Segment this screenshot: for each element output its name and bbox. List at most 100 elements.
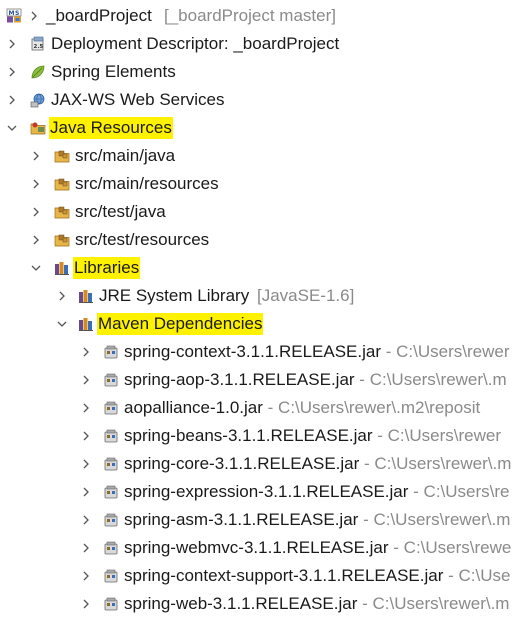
- jar-name: spring-core-3.1.1.RELEASE.jar: [124, 454, 360, 473]
- jar-name: spring-context-3.1.1.RELEASE.jar: [124, 342, 382, 361]
- tree-item-label: Maven Dependencies: [97, 313, 264, 335]
- tree-row-jar[interactable]: spring-asm-3.1.1.RELEASE.jar - C:\Users\…: [0, 506, 532, 534]
- tree-row-project[interactable]: M S _boardProject [_boardProject master]: [0, 2, 532, 30]
- tree-row-jar[interactable]: aopalliance-1.0.jar - C:\Users\rewer\.m2…: [0, 394, 532, 422]
- package-folder-icon: [54, 176, 70, 192]
- tree-item-label: src/test/resources: [75, 230, 210, 249]
- jar-path: C:\Users\rewer\.m: [374, 454, 512, 473]
- chevron-down-icon[interactable]: [30, 262, 42, 274]
- libraries-icon: [54, 260, 70, 276]
- svg-text:M: M: [9, 10, 15, 17]
- chevron-right-icon[interactable]: [80, 458, 92, 470]
- jar-name: spring-web-3.1.1.RELEASE.jar: [124, 594, 358, 613]
- chevron-right-icon[interactable]: [56, 290, 68, 302]
- tree-row-src-main-java[interactable]: src/main/java: [0, 142, 532, 170]
- jar-path: C:\Users\rewe: [403, 538, 512, 557]
- jar-name: spring-aop-3.1.1.RELEASE.jar: [124, 370, 355, 389]
- jar-name: spring-beans-3.1.1.RELEASE.jar: [124, 426, 373, 445]
- jre-decoration: [JavaSE-1.6]: [257, 286, 355, 305]
- chevron-right-icon[interactable]: [80, 570, 92, 582]
- tree-item-label: Spring Elements: [51, 62, 176, 81]
- jar-separator: -: [385, 342, 397, 361]
- tree-row-java-resources[interactable]: Java Resources: [0, 114, 532, 142]
- package-folder-icon: [54, 232, 70, 248]
- chevron-right-icon[interactable]: [30, 178, 42, 190]
- jar-file-icon: [103, 568, 119, 584]
- jar-name: spring-webmvc-3.1.1.RELEASE.jar: [124, 538, 389, 557]
- chevron-right-icon[interactable]: [28, 10, 40, 22]
- deployment-descriptor-icon: 2.5: [30, 36, 46, 52]
- tree-item-label: Libraries: [73, 257, 141, 279]
- tree-row-jar[interactable]: spring-context-support-3.1.1.RELEASE.jar…: [0, 562, 532, 590]
- tree-row-spring-elements[interactable]: Spring Elements: [0, 58, 532, 86]
- chevron-right-icon[interactable]: [30, 234, 42, 246]
- tree-row-jar[interactable]: spring-aop-3.1.1.RELEASE.jar - C:\Users\…: [0, 366, 532, 394]
- library-icon: [78, 288, 94, 304]
- tree-item-label: JRE System Library: [99, 286, 250, 305]
- tree-row-src-main-resources[interactable]: src/main/resources: [0, 170, 532, 198]
- chevron-right-icon[interactable]: [6, 38, 18, 50]
- maven-jar-list: spring-context-3.1.1.RELEASE.jar - C:\Us…: [0, 338, 532, 618]
- chevron-right-icon[interactable]: [80, 402, 92, 414]
- tree-row-jar[interactable]: spring-web-3.1.1.RELEASE.jar - C:\Users\…: [0, 590, 532, 618]
- chevron-right-icon[interactable]: [30, 206, 42, 218]
- chevron-right-icon[interactable]: [6, 66, 18, 78]
- chevron-right-icon[interactable]: [80, 514, 92, 526]
- jar-file-icon: [103, 400, 119, 416]
- svg-text:2.5: 2.5: [34, 44, 44, 50]
- chevron-right-icon[interactable]: [80, 542, 92, 554]
- jar-path: C:\Use: [458, 566, 511, 585]
- jar-path: C:\Users\rewer\.m: [369, 370, 507, 389]
- jar-path: C:\Users\rewer: [396, 342, 510, 361]
- tree-row-jar[interactable]: spring-expression-3.1.1.RELEASE.jar - C:…: [0, 478, 532, 506]
- tree-row-jar[interactable]: spring-webmvc-3.1.1.RELEASE.jar - C:\Use…: [0, 534, 532, 562]
- tree-row-jax-ws[interactable]: JAX-WS Web Services: [0, 86, 532, 114]
- tree-row-src-test-resources[interactable]: src/test/resources: [0, 226, 532, 254]
- tree-row-jar[interactable]: spring-beans-3.1.1.RELEASE.jar - C:\User…: [0, 422, 532, 450]
- spring-leaf-icon: [30, 64, 46, 80]
- jar-file-icon: [103, 484, 119, 500]
- chevron-right-icon[interactable]: [80, 486, 92, 498]
- jar-name: spring-expression-3.1.1.RELEASE.jar: [124, 482, 409, 501]
- maven-web-project-icon: M S: [6, 8, 22, 24]
- jar-file-icon: [103, 456, 119, 472]
- jar-file-icon: [103, 540, 119, 556]
- tree-row-jre-system-library[interactable]: JRE System Library [JavaSE-1.6]: [0, 282, 532, 310]
- jar-file-icon: [103, 372, 119, 388]
- tree-item-label: src/main/java: [75, 146, 176, 165]
- tree-row-maven-dependencies[interactable]: Maven Dependencies: [0, 310, 532, 338]
- chevron-right-icon[interactable]: [80, 430, 92, 442]
- web-services-icon: [30, 92, 46, 108]
- tree-row-src-test-java[interactable]: src/test/java: [0, 198, 532, 226]
- tree-item-label: src/test/java: [75, 202, 166, 221]
- tree-row-jar[interactable]: spring-core-3.1.1.RELEASE.jar - C:\Users…: [0, 450, 532, 478]
- jar-file-icon: [103, 512, 119, 528]
- chevron-right-icon[interactable]: [30, 150, 42, 162]
- jar-file-icon: [103, 596, 119, 612]
- chevron-down-icon[interactable]: [56, 318, 68, 330]
- jar-separator: -: [359, 370, 370, 389]
- chevron-right-icon[interactable]: [80, 374, 92, 386]
- chevron-right-icon[interactable]: [80, 598, 92, 610]
- jar-path: C:\Users\rewer\.m2\reposit: [278, 398, 481, 417]
- jar-file-icon: [103, 344, 119, 360]
- jar-separator: -: [267, 398, 279, 417]
- tree-row-libraries[interactable]: Libraries: [0, 254, 532, 282]
- jar-separator: -: [448, 566, 459, 585]
- library-icon: [78, 316, 94, 332]
- chevron-right-icon[interactable]: [6, 94, 18, 106]
- chevron-down-icon[interactable]: [6, 122, 18, 134]
- jar-name: aopalliance-1.0.jar: [124, 398, 263, 417]
- jar-path: C:\Users\rewer: [387, 426, 502, 445]
- jar-separator: -: [377, 426, 388, 445]
- java-resources-icon: [30, 120, 46, 136]
- jar-separator: -: [393, 538, 404, 557]
- jar-path: C:\Users\re: [423, 482, 510, 501]
- jar-name: spring-asm-3.1.1.RELEASE.jar: [124, 510, 359, 529]
- tree-row-jar[interactable]: spring-context-3.1.1.RELEASE.jar - C:\Us…: [0, 338, 532, 366]
- tree-item-label: JAX-WS Web Services: [51, 90, 225, 109]
- svg-text:S: S: [15, 10, 19, 17]
- chevron-right-icon[interactable]: [80, 346, 92, 358]
- project-name: _boardProject: [46, 6, 152, 25]
- tree-row-deployment-descriptor[interactable]: 2.5 Deployment Descriptor: _boardProject: [0, 30, 532, 58]
